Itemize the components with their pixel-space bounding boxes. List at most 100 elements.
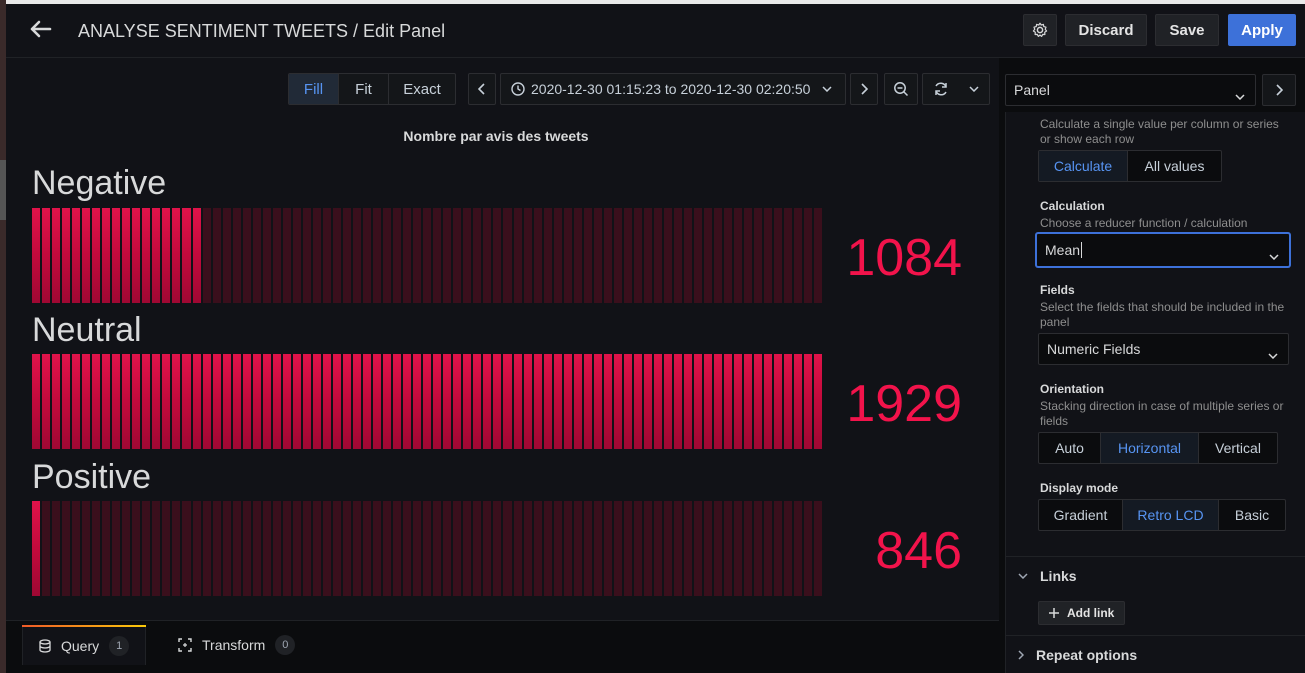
gauge-cell <box>453 208 462 303</box>
gauge-cell <box>393 501 402 596</box>
gauge-cell <box>232 208 241 303</box>
gauge-cell <box>302 208 311 303</box>
orientation-description: Stacking direction in case of multiple s… <box>1040 399 1284 428</box>
gauge-cell <box>152 354 161 449</box>
gauge-cell <box>694 501 703 596</box>
view-mode-fill[interactable]: Fill <box>289 74 339 104</box>
orientation-option-horizontal[interactable]: Horizontal <box>1101 433 1199 463</box>
display-mode-option-retro-lcd[interactable]: Retro LCD <box>1123 500 1219 530</box>
apply-button[interactable]: Apply <box>1228 14 1296 46</box>
repeat-options-section-header[interactable]: Repeat options <box>1006 635 1305 673</box>
gauge-cell <box>212 354 221 449</box>
tab-query[interactable]: Query 1 <box>22 625 147 665</box>
gauge-cell <box>272 501 281 596</box>
gauge-cell <box>543 208 552 303</box>
gauge-cell <box>563 354 572 449</box>
gauge-cell <box>674 354 683 449</box>
gauge-cell <box>132 354 141 449</box>
add-link-button[interactable]: Add link <box>1038 601 1126 625</box>
gauge-cell <box>433 354 442 449</box>
gauge-cell <box>724 208 733 303</box>
display-mode-option-basic[interactable]: Basic <box>1219 500 1285 530</box>
orientation-title: Orientation <box>1040 382 1105 396</box>
gauge-cell <box>102 208 111 303</box>
sidebar-toggle-button[interactable] <box>1262 74 1296 106</box>
values-description: Calculate a single value per column or s… <box>1040 117 1279 146</box>
orientation-option-vertical[interactable]: Vertical <box>1199 433 1277 463</box>
gauge-bar-negative <box>32 208 823 303</box>
view-mode-exact[interactable]: Exact <box>389 74 455 104</box>
gear-icon <box>1032 22 1048 38</box>
fields-select[interactable]: Numeric Fields <box>1038 333 1289 365</box>
tab-transform[interactable]: Transform 0 <box>162 625 311 665</box>
gauge-cell <box>52 354 61 449</box>
gauge-cell <box>513 354 522 449</box>
calculation-title: Calculation <box>1040 199 1105 213</box>
gauge-cell <box>302 501 311 596</box>
text-cursor <box>1081 242 1083 258</box>
refresh-group[interactable] <box>922 73 990 105</box>
gauge-cell <box>192 501 201 596</box>
fields-description: Select the fields that should be include… <box>1040 300 1285 329</box>
calculation-select[interactable]: Mean <box>1036 233 1290 267</box>
panel-type-select[interactable]: Panel <box>1005 74 1256 106</box>
gauge-cell <box>523 208 532 303</box>
gauge-cell <box>533 501 542 596</box>
gauge-bar-neutral <box>32 354 823 449</box>
discard-button[interactable]: Discard <box>1065 14 1147 46</box>
zoom-out-button[interactable] <box>884 73 918 105</box>
time-forward-button[interactable] <box>850 73 878 105</box>
gauge-bar-positive <box>32 501 823 596</box>
chevron-down-icon <box>822 86 832 92</box>
gauge-cell <box>403 354 412 449</box>
settings-button[interactable] <box>1023 14 1057 46</box>
time-range-picker[interactable]: 2020-12-30 01:15:23 to 2020-12-30 02:20:… <box>500 73 846 105</box>
gauge-cell <box>72 501 81 596</box>
chevron-down-icon <box>1235 87 1245 103</box>
orientation-option-auto[interactable]: Auto <box>1039 433 1101 463</box>
gauge-cell <box>453 354 462 449</box>
gauge-cell <box>82 501 91 596</box>
values-option-all-values[interactable]: All values <box>1128 151 1221 181</box>
refresh-icon[interactable] <box>933 81 949 97</box>
gauge-value-neutral: 1929 <box>846 375 962 433</box>
gauge-cell <box>383 501 392 596</box>
gauge-cell <box>102 354 111 449</box>
time-back-button[interactable] <box>468 73 496 105</box>
gauge-cell <box>332 501 341 596</box>
gauge-cell <box>483 208 492 303</box>
gauge-cell <box>704 208 713 303</box>
chevron-down-icon <box>1018 572 1028 579</box>
display-mode-option-gradient[interactable]: Gradient <box>1039 500 1123 530</box>
gauge-cell <box>92 354 101 449</box>
gauge-cell <box>483 354 492 449</box>
gauge-cell <box>433 208 442 303</box>
gauge-cell <box>52 208 61 303</box>
values-option-calculate[interactable]: Calculate <box>1039 151 1129 181</box>
refresh-dropdown-chevron-icon[interactable] <box>969 86 979 92</box>
gauge-label-negative: Negative <box>32 164 167 202</box>
calculation-description: Choose a reducer function / calculation <box>1040 216 1248 230</box>
gauge-cell <box>202 208 211 303</box>
save-button[interactable]: Save <box>1155 14 1219 46</box>
gauge-cell <box>413 208 422 303</box>
gauge-cell <box>684 354 693 449</box>
gauge-cell <box>202 354 211 449</box>
gauge-cell <box>52 501 61 596</box>
gauge-cell <box>734 208 743 303</box>
plus-icon <box>1049 608 1059 618</box>
view-mode-fit[interactable]: Fit <box>339 74 389 104</box>
gauge-cell <box>553 208 562 303</box>
fields-title: Fields <box>1040 283 1075 297</box>
gauge-cell <box>342 208 351 303</box>
gauge-cell <box>252 208 261 303</box>
back-arrow-icon[interactable] <box>28 16 54 42</box>
gauge-cell <box>232 354 241 449</box>
gauge-cell <box>132 501 141 596</box>
gauge-cell <box>122 208 131 303</box>
links-section-header[interactable]: Links <box>1006 556 1305 594</box>
gauge-cell <box>473 354 482 449</box>
gauge-cell <box>573 208 582 303</box>
gauge-cell <box>633 354 642 449</box>
gauge-cell <box>653 354 662 449</box>
